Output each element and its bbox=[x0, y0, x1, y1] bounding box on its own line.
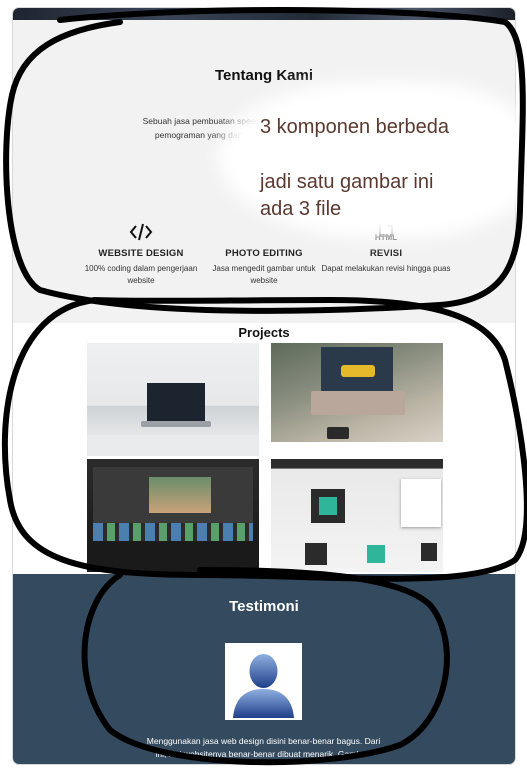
service-name: PHOTO EDITING bbox=[225, 248, 303, 259]
project-image-design-mockup[interactable] bbox=[271, 459, 443, 572]
html-file-label: HTML bbox=[374, 233, 398, 242]
project-image-video-editing[interactable] bbox=[87, 459, 259, 572]
annotation-line-1: 3 komponen berbeda bbox=[260, 116, 450, 138]
annotation-line-2: jadi satu gambar ini bbox=[260, 171, 434, 193]
photo-icon bbox=[199, 221, 329, 243]
testimoni-title: Testimoni bbox=[229, 598, 299, 615]
annotation-line-3: ada 3 file bbox=[260, 198, 342, 220]
service-name: REVISI bbox=[369, 248, 403, 259]
service-name: WEBSITE DESIGN bbox=[98, 248, 184, 259]
user-avatar-icon bbox=[225, 643, 302, 720]
service-desc: 100% coding dalam pengerjaan website bbox=[84, 264, 198, 285]
projects-section: Projects bbox=[13, 323, 515, 574]
service-desc: Jasa mengedit gambar untuk website bbox=[212, 264, 316, 285]
service-revisi: HTML REVISI Dapat melakukan revisi hingg… bbox=[321, 221, 451, 275]
about-title: Tentang Kami bbox=[214, 67, 314, 84]
service-photo-editing: PHOTO EDITING Jasa mengedit gambar untuk… bbox=[199, 221, 329, 287]
projects-title: Projects bbox=[238, 325, 290, 340]
hero-image-strip bbox=[13, 8, 515, 20]
code-icon bbox=[76, 221, 206, 243]
project-image-desk-laptop[interactable] bbox=[87, 343, 259, 456]
testimoni-section: Testimoni Menggunakan jasa web design di… bbox=[13, 574, 515, 764]
service-desc: Dapat melakukan revisi hingga puas bbox=[321, 264, 451, 273]
project-image-laptop-table[interactable] bbox=[271, 343, 443, 442]
testimoni-text: Menggunakan jasa web design disini benar… bbox=[146, 736, 381, 759]
service-website-design: WEBSITE DESIGN 100% coding dalam pengerj… bbox=[76, 221, 206, 287]
